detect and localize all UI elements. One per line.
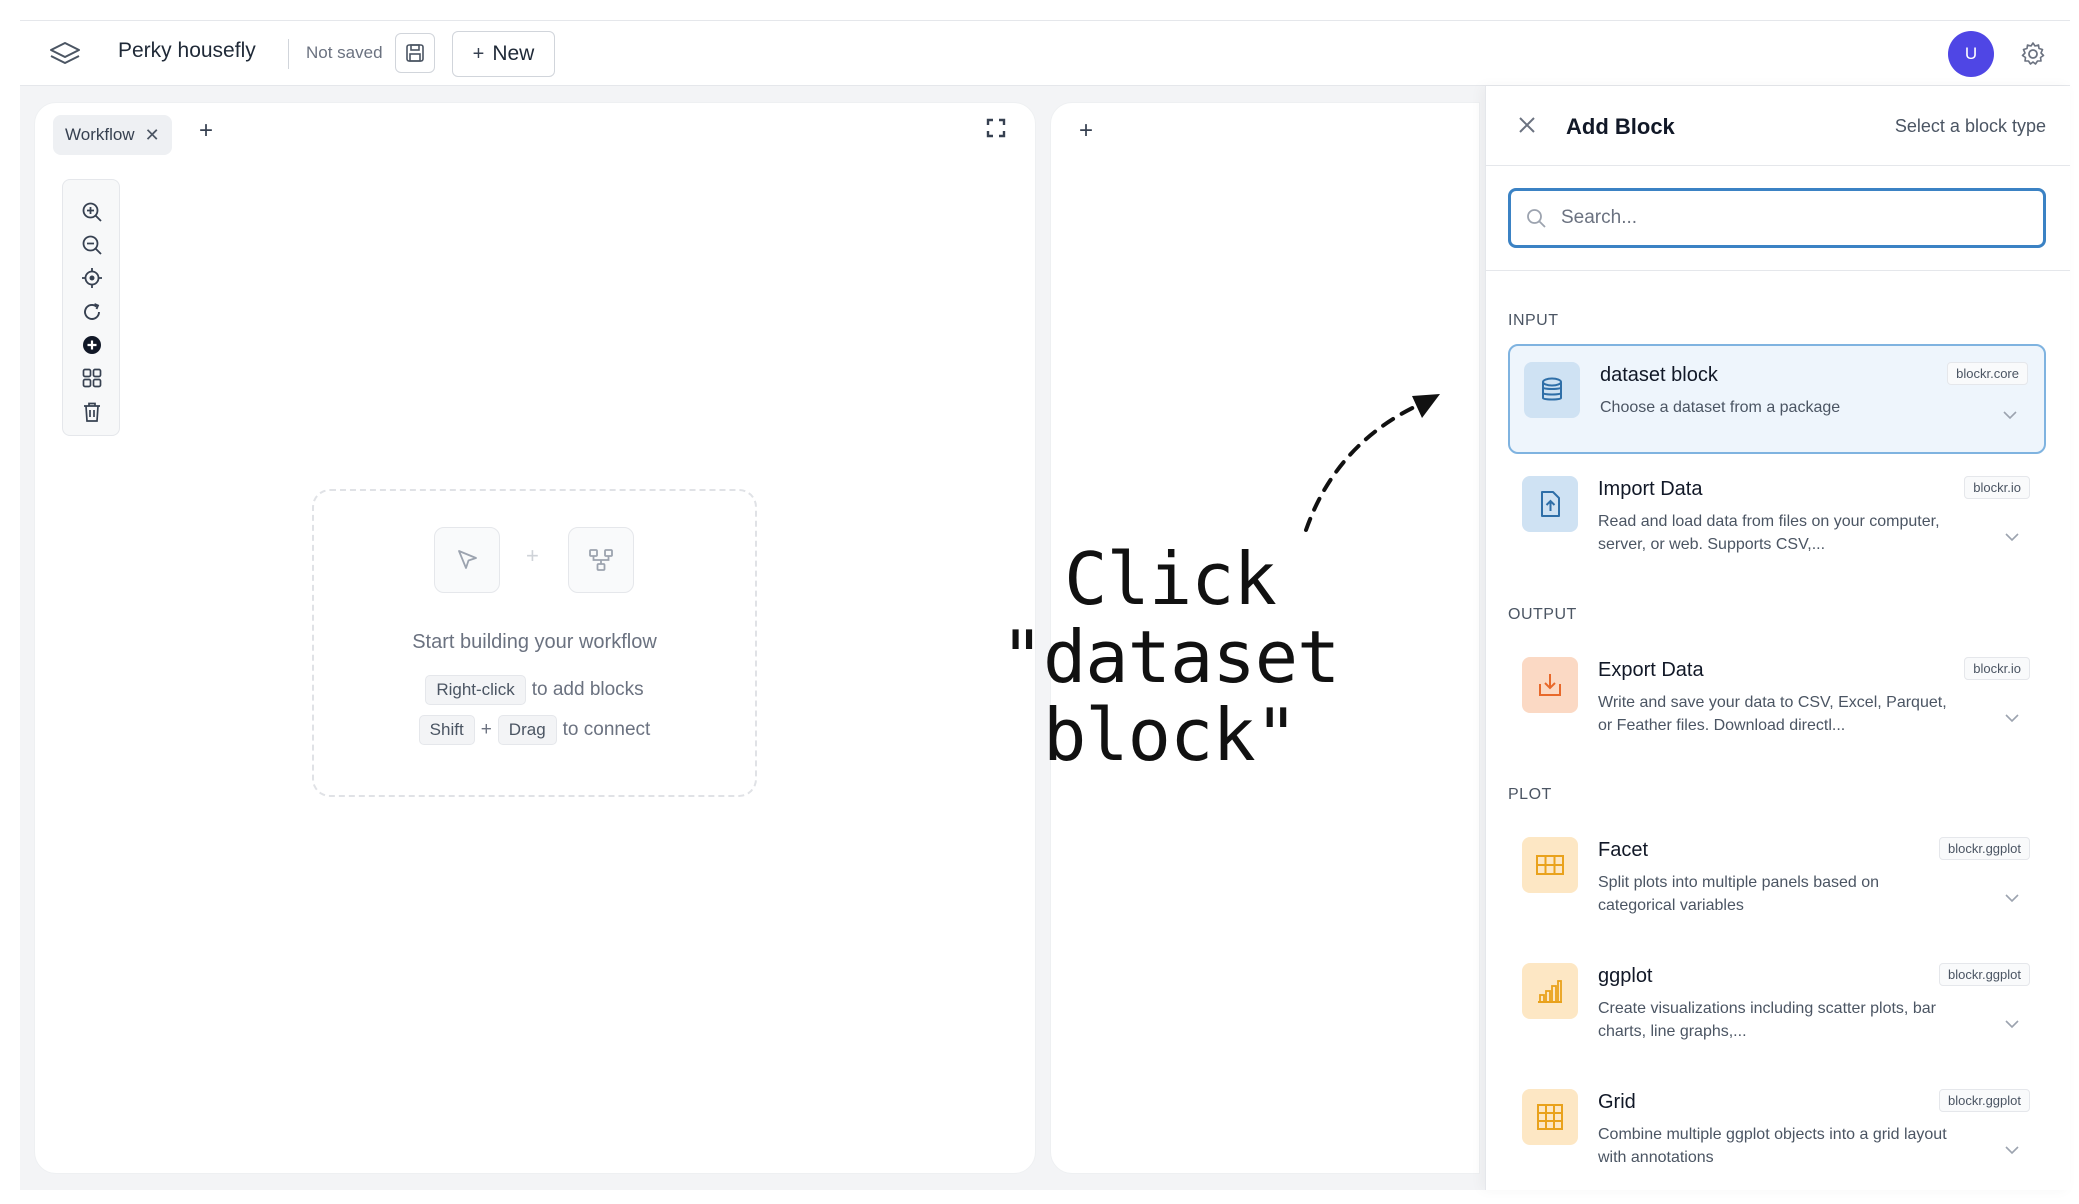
zoom-out-icon[interactable] [80,233,104,257]
block-dataset[interactable]: dataset block Choose a dataset from a pa… [1508,344,2046,454]
annotation-line1: Click "dataset [1000,537,1341,699]
empty-state-title: Start building your workflow [412,631,657,653]
divider [1486,270,2070,271]
package-badge: blockr.ggplot [1939,1089,2030,1112]
layout-icon[interactable] [80,366,104,390]
hint-connect-text: to connect [562,719,651,740]
chevron-down-icon[interactable] [2004,893,2020,903]
table-icon [1522,837,1578,893]
search-input[interactable] [1561,191,2031,245]
block-description: Choose a dataset from a package [1600,399,1841,416]
kbd-right-click: Right-click [425,675,526,705]
new-button-label: New [492,42,535,65]
block-title: Facet [1598,839,1649,861]
fullscreen-icon[interactable] [985,117,1007,139]
block-title: Import Data [1598,478,1703,500]
panel-subtitle: Select a block type [1894,116,2046,136]
panel-header: Add Block Select a block type [1486,86,2070,166]
block-title: ggplot [1598,965,1653,987]
center-icon[interactable] [80,266,104,290]
package-badge: blockr.core [1947,362,2028,385]
file-upload-icon [1522,476,1578,532]
header-divider [288,39,289,69]
block-description: Write and save your data to CSV, Excel, … [1598,694,1947,734]
chevron-down-icon[interactable] [2004,1145,2020,1155]
pointer-icon [434,527,500,593]
close-icon[interactable] [1516,114,1538,136]
app-title[interactable]: Perky housefly [118,39,256,63]
chevron-down-icon[interactable] [2004,713,2020,723]
annotation-arrow [1304,394,1440,532]
kbd-drag: Drag [497,715,557,745]
instruction-annotation: Click "dataset block" [920,540,1420,774]
block-description: Split plots into multiple panels based o… [1598,874,1880,914]
add-tab-button[interactable]: + [1079,117,1093,145]
save-icon [406,44,424,62]
kbd-shift: Shift [418,715,475,745]
panel-title: Add Block [1566,114,1675,139]
package-badge: blockr.io [1964,476,2030,499]
top-bar: Perky housefly Not saved + New U [20,20,2070,86]
hint-connect: Shift + Drag to connect [314,715,755,745]
package-badge: blockr.io [1964,657,2030,680]
package-badge: blockr.ggplot [1939,963,2030,986]
block-title: Grid [1598,1091,1636,1113]
search-icon [1527,209,1546,228]
section-plot-label: PLOT [1508,786,1552,803]
block-title: Export Data [1598,659,1704,681]
add-block-panel: Add Block Select a block type INPUT data… [1485,86,2070,1190]
save-button[interactable] [395,33,435,73]
save-status: Not saved [306,43,383,62]
chevron-down-icon[interactable] [2002,410,2018,420]
block-grid[interactable]: Grid Combine multiple ggplot objects int… [1508,1073,2046,1183]
database-icon [1524,362,1580,418]
block-export-data[interactable]: Export Data Write and save your data to … [1508,641,2046,751]
canvas-toolbar [62,179,120,436]
close-icon[interactable]: ✕ [145,125,160,146]
add-icon[interactable] [80,333,104,357]
trash-icon[interactable] [80,400,104,424]
zoom-in-icon[interactable] [80,200,104,224]
plus-icon: + [472,42,485,65]
block-description: Read and load data from files on your co… [1598,513,1940,553]
block-title: dataset block [1600,364,1718,386]
package-badge: blockr.ggplot [1939,837,2030,860]
block-import-data[interactable]: Import Data Read and load data from file… [1508,460,2046,570]
block-ggplot[interactable]: ggplot Create visualizations including s… [1508,947,2046,1057]
block-description: Create visualizations including scatter … [1598,1000,1936,1040]
hint-plus: + [480,719,492,740]
tab-workflow[interactable]: Workflow ✕ [53,115,172,155]
section-input-label: INPUT [1508,312,1559,329]
download-icon [1522,657,1578,713]
plus-separator: + [526,543,539,568]
layers-icon[interactable] [48,39,82,69]
annotation-line2: block" [1042,693,1298,777]
workflow-icon [568,527,634,593]
block-facet[interactable]: Facet Split plots into multiple panels b… [1508,821,2046,931]
chevron-down-icon[interactable] [2004,1019,2020,1029]
avatar[interactable]: U [1948,31,1994,77]
section-output-label: OUTPUT [1508,606,1577,623]
grid-icon [1522,1089,1578,1145]
block-description: Combine multiple ggplot objects into a g… [1598,1126,1947,1166]
bar-chart-icon [1522,963,1578,1019]
search-box[interactable] [1508,188,2046,248]
add-tab-button[interactable]: + [199,117,213,145]
hint-add-blocks: Right-click to add blocks [314,675,755,705]
chevron-down-icon[interactable] [2004,532,2020,542]
tab-label: Workflow [65,125,135,144]
workflow-canvas[interactable]: Workflow ✕ + + Start building your workf… [34,102,1036,1174]
gear-icon[interactable] [2020,41,2046,67]
empty-state: + Start building your workflow Right-cli… [312,489,757,797]
hint-add-text: to add blocks [531,679,644,700]
refresh-icon[interactable] [80,300,104,324]
new-button[interactable]: + New [452,31,555,77]
